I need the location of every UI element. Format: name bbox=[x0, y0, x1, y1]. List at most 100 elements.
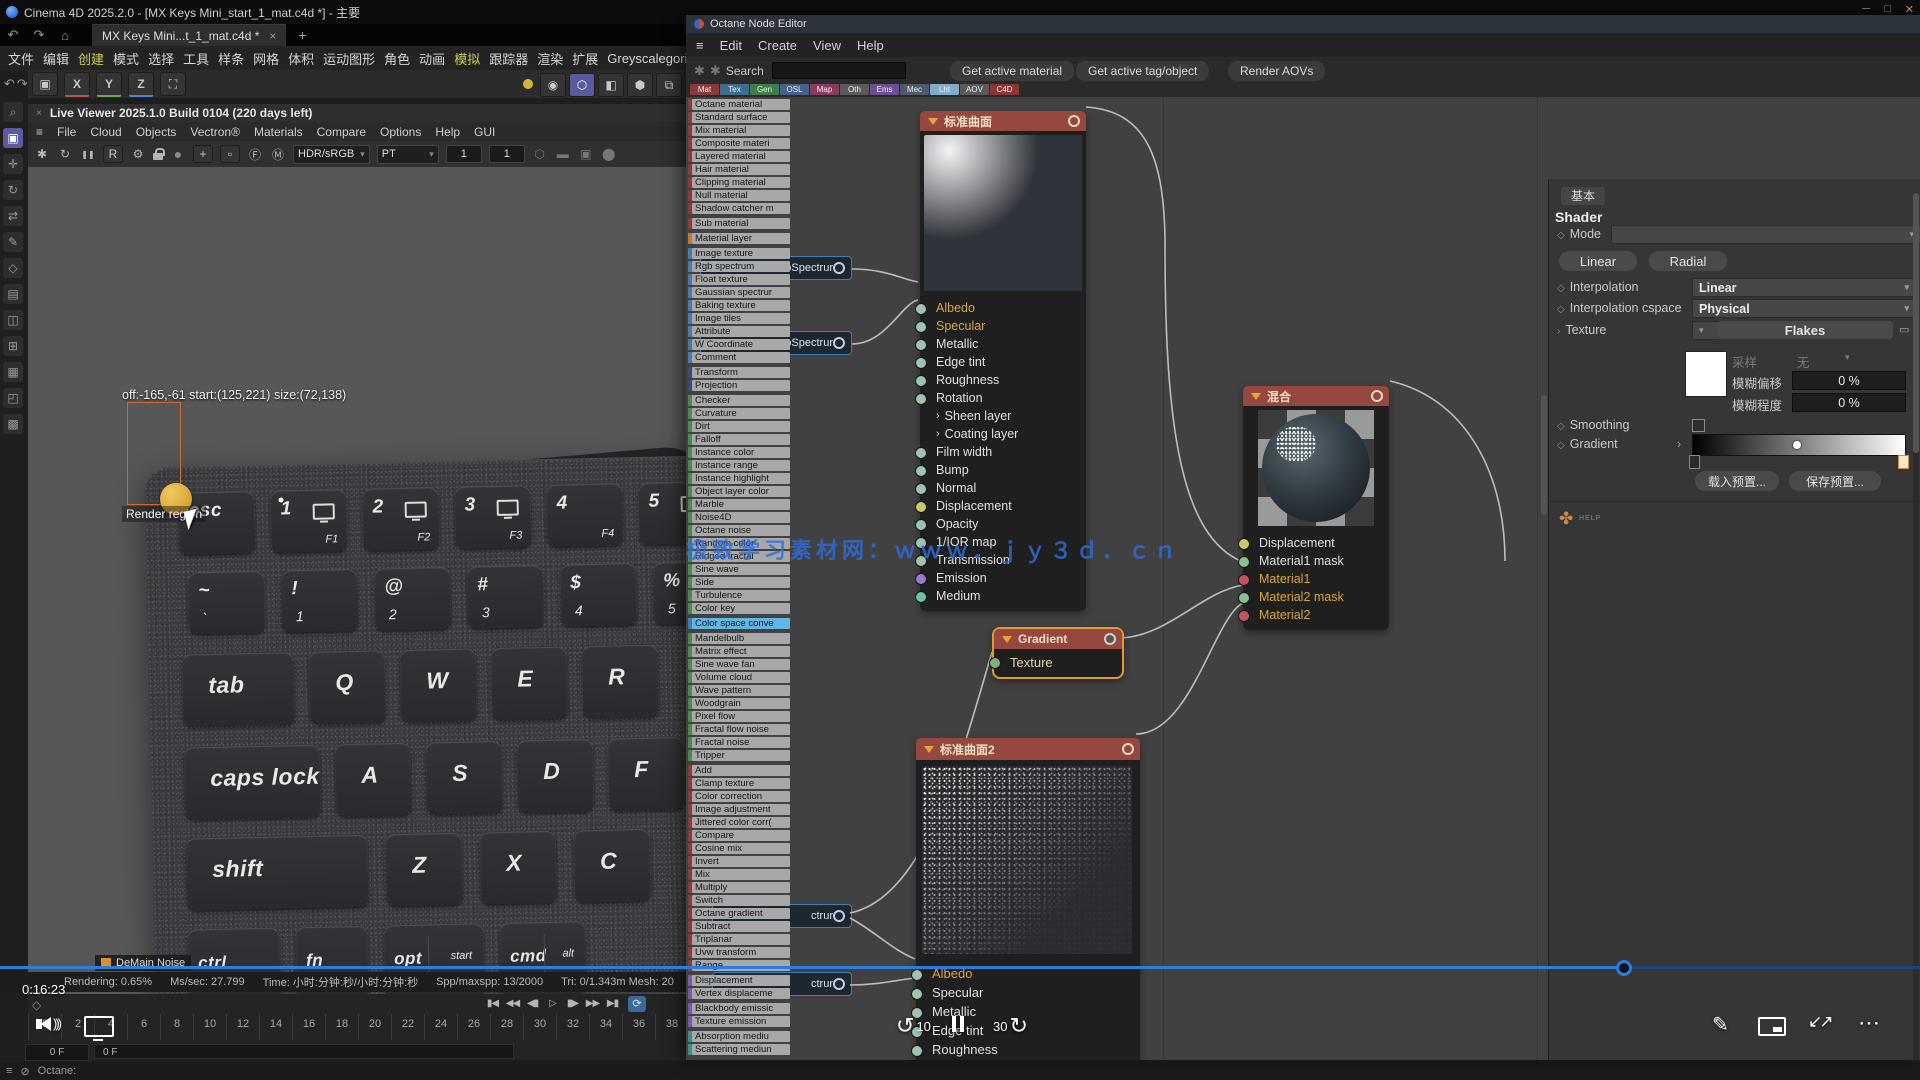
sub-region-icon[interactable]: ▫ bbox=[220, 145, 240, 163]
tool-icon[interactable]: ◇ bbox=[3, 258, 23, 278]
library-item[interactable]: Sine wave fan bbox=[688, 659, 790, 670]
node-editor-menu-item[interactable]: Help bbox=[857, 38, 884, 53]
library-item[interactable]: Color space conve bbox=[688, 618, 790, 629]
node-editor-titlebar[interactable]: Octane Node Editor bbox=[686, 15, 1920, 33]
tool-icon[interactable]: ✎ bbox=[3, 232, 23, 252]
library-item[interactable]: Checker bbox=[688, 395, 790, 406]
library-item[interactable]: Transform bbox=[688, 367, 790, 378]
tool-icon[interactable]: ◫ bbox=[3, 310, 23, 330]
library-item[interactable]: Triplanar bbox=[688, 934, 790, 945]
port-dot[interactable] bbox=[915, 501, 927, 513]
output-port[interactable] bbox=[833, 337, 845, 349]
library-item[interactable]: Falloff bbox=[688, 434, 790, 445]
live-viewer-titlebar[interactable]: × Live Viewer 2025.1.0 Build 0104 (220 d… bbox=[28, 104, 686, 122]
search-input[interactable] bbox=[772, 62, 906, 79]
skip-forward-button[interactable]: 30 ↻ bbox=[993, 1013, 1028, 1039]
tool-icon[interactable]: ⌕ bbox=[3, 102, 23, 122]
port-expand-icon[interactable]: › bbox=[936, 410, 940, 422]
annotate-button[interactable]: ✎ bbox=[1712, 1012, 1729, 1037]
material-ball-icon[interactable]: ● bbox=[170, 146, 186, 162]
menu-item[interactable]: 编辑 bbox=[43, 49, 69, 68]
pause-render-icon[interactable]: ❚❚ bbox=[80, 150, 96, 159]
input-port[interactable]: Roughness bbox=[916, 1040, 1140, 1059]
output-port[interactable] bbox=[1068, 115, 1080, 127]
kernel-dropdown[interactable]: PT▾ bbox=[377, 145, 439, 164]
sphere-icon[interactable]: ⬤ bbox=[601, 147, 617, 161]
axis-z-toggle[interactable]: Z bbox=[128, 72, 154, 97]
menu-item[interactable]: 模式 bbox=[113, 49, 139, 68]
input-port[interactable]: › Medium bbox=[920, 587, 1086, 605]
library-item[interactable]: Multiply bbox=[688, 882, 790, 893]
region-render-button[interactable]: R bbox=[103, 145, 123, 163]
filter-icon-2[interactable]: ✱ bbox=[710, 63, 721, 79]
tab-close-icon[interactable]: × bbox=[269, 29, 276, 43]
pause-button[interactable] bbox=[952, 1016, 964, 1032]
lv-menu-item[interactable]: Materials bbox=[254, 125, 303, 139]
library-item[interactable]: Wave pattern bbox=[688, 685, 790, 696]
node-editor-menu-item[interactable]: View bbox=[813, 38, 841, 53]
load-preset-button[interactable]: 载入预置... bbox=[1695, 471, 1779, 491]
library-item[interactable]: Projection bbox=[688, 380, 790, 391]
playback-button[interactable]: ▶▮ bbox=[605, 998, 620, 1009]
port-dot[interactable] bbox=[915, 573, 927, 585]
texture-mini-dropdown[interactable]: ▾ bbox=[1692, 321, 1720, 340]
category-tab[interactable]: C4D bbox=[990, 84, 1019, 95]
library-item[interactable]: W Coordinate bbox=[688, 339, 790, 350]
undo-icon[interactable]: ↶ bbox=[0, 27, 26, 43]
camera-icon[interactable]: ▣ bbox=[578, 147, 594, 161]
input-port[interactable]: › Displacement bbox=[920, 497, 1086, 515]
library-item[interactable]: Vertex displaceme bbox=[688, 988, 790, 999]
octane-icon-4[interactable]: ⧉ bbox=[656, 73, 682, 97]
input-port[interactable]: › Normal bbox=[920, 479, 1086, 497]
input-port[interactable]: › Sheen layer bbox=[920, 407, 1086, 425]
input-port[interactable]: › Rotation bbox=[920, 389, 1086, 407]
library-item[interactable]: Mix bbox=[688, 869, 790, 880]
port-dot[interactable] bbox=[1238, 592, 1250, 604]
output-port[interactable] bbox=[833, 262, 845, 274]
port-dot[interactable] bbox=[911, 988, 923, 1000]
octane-fan-icon[interactable]: ✱ bbox=[34, 147, 50, 161]
port-dot[interactable] bbox=[1238, 610, 1250, 622]
samples-field-2[interactable]: 1 bbox=[489, 145, 525, 163]
library-item[interactable]: Image tiles bbox=[688, 313, 790, 324]
library-item[interactable]: Displacement bbox=[688, 975, 790, 986]
port-dot[interactable] bbox=[915, 321, 927, 333]
tab-add-button[interactable]: + bbox=[298, 27, 306, 43]
library-item[interactable]: Sine wave bbox=[688, 564, 790, 575]
node-standard-surface-2[interactable]: 标准曲面2 Albedo Specular Metallic bbox=[916, 738, 1140, 1060]
node-header[interactable]: 标准曲面 bbox=[920, 111, 1086, 131]
library-item[interactable]: Null material bbox=[688, 190, 790, 201]
menu-item[interactable]: 文件 bbox=[8, 49, 34, 68]
volume-button[interactable]: ))) bbox=[36, 1016, 60, 1031]
tool-icon[interactable]: ▩ bbox=[3, 414, 23, 434]
node-mix-material[interactable]: 混合 Displacement Material1 mask bbox=[1243, 386, 1389, 630]
gradient-expand-icon[interactable]: › bbox=[1677, 437, 1681, 451]
tool-icon[interactable]: ⇄ bbox=[3, 206, 23, 226]
add-region-icon[interactable]: + bbox=[193, 145, 213, 163]
port-dot[interactable] bbox=[915, 375, 927, 387]
gradient-stop-right[interactable] bbox=[1898, 455, 1909, 469]
input-port[interactable]: Material2 bbox=[1243, 606, 1389, 624]
menu-item[interactable]: 体积 bbox=[288, 49, 314, 68]
library-item[interactable]: Turbulence bbox=[688, 590, 790, 601]
tool-icon[interactable]: ✛ bbox=[3, 154, 23, 174]
radial-button[interactable]: Radial bbox=[1649, 251, 1727, 271]
gradient-bar[interactable] bbox=[1692, 434, 1906, 456]
tool-icon[interactable]: ▤ bbox=[3, 284, 23, 304]
library-item[interactable]: Baking texture bbox=[688, 300, 790, 311]
library-item[interactable]: Layered material bbox=[688, 151, 790, 162]
playback-button[interactable]: ◀◀ bbox=[505, 998, 520, 1009]
workplane-icon[interactable]: ▣ bbox=[32, 72, 58, 96]
gradient-stop-left[interactable] bbox=[1689, 455, 1700, 469]
mode-dropdown[interactable]: ▾ bbox=[1611, 225, 1920, 244]
node-gradient[interactable]: Gradient Texture bbox=[992, 627, 1124, 679]
lv-menu-item[interactable]: Cloud bbox=[90, 125, 121, 139]
output-port[interactable] bbox=[1122, 743, 1134, 755]
tool-icon[interactable]: ▦ bbox=[3, 362, 23, 382]
film-settings-icon[interactable]: Ⓕ bbox=[247, 146, 263, 163]
port-dot[interactable] bbox=[911, 969, 923, 981]
category-tab[interactable]: Lht bbox=[930, 84, 959, 95]
category-tab[interactable]: OSL bbox=[780, 84, 809, 95]
get-active-material-button[interactable]: Get active material bbox=[949, 60, 1075, 82]
graph-scrollbar[interactable] bbox=[1541, 395, 1547, 515]
